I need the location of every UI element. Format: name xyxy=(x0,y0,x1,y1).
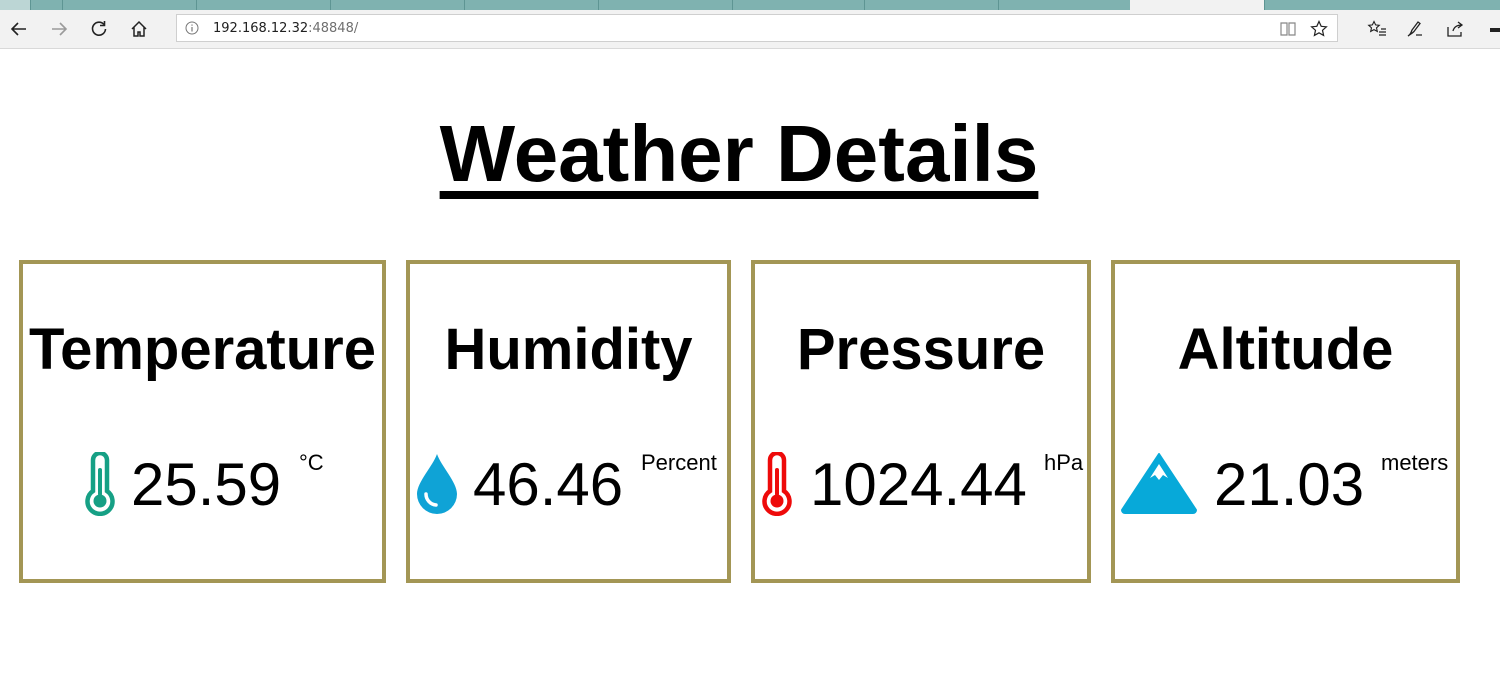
forward-button[interactable] xyxy=(44,14,74,44)
card-title: Pressure xyxy=(796,317,1046,382)
tab[interactable] xyxy=(330,0,465,10)
share-icon xyxy=(1447,21,1464,37)
info-icon[interactable] xyxy=(185,21,199,35)
card-title: Humidity xyxy=(444,317,693,382)
refresh-icon xyxy=(91,21,107,36)
address-bar[interactable]: 192.168.12.32:48848/ xyxy=(176,14,1338,42)
star-icon xyxy=(1310,20,1328,37)
favorites-hub-button[interactable] xyxy=(1362,14,1392,44)
more-menu-icon[interactable] xyxy=(1490,28,1500,32)
tab-strip xyxy=(0,0,1500,10)
forward-arrow-icon xyxy=(52,22,68,36)
pressure-value: 1024.44 xyxy=(810,451,1027,518)
reading-view-icon xyxy=(1280,22,1296,36)
home-button[interactable] xyxy=(124,14,154,44)
page-title: Weather Details xyxy=(439,109,1039,198)
web-note-button[interactable] xyxy=(1400,14,1430,44)
tab[interactable] xyxy=(0,0,31,10)
humidity-unit: Percent xyxy=(641,450,717,475)
browser-toolbar: 192.168.12.32:48848/ xyxy=(0,10,1500,49)
pressure-card: Pressure 1024.44 hPa xyxy=(751,260,1091,583)
page-title-wrap: Weather Details xyxy=(0,108,1478,200)
home-icon xyxy=(131,20,147,37)
tab[interactable] xyxy=(62,0,197,10)
thermometer-icon xyxy=(762,452,792,516)
back-arrow-icon xyxy=(10,22,26,36)
refresh-button[interactable] xyxy=(84,14,114,44)
pen-icon xyxy=(1407,21,1422,37)
card-title: Temperature xyxy=(28,317,377,382)
tab[interactable] xyxy=(998,0,1131,10)
thermometer-icon xyxy=(85,452,115,516)
tab[interactable] xyxy=(598,0,733,10)
altitude-unit: meters xyxy=(1381,450,1449,475)
altitude-card: Altitude 21.03 meters xyxy=(1111,260,1460,583)
humidity-card: Humidity 46.46 Percent xyxy=(406,260,731,583)
url-port: :48848/ xyxy=(308,21,359,36)
tab[interactable] xyxy=(732,0,865,10)
pressure-unit: hPa xyxy=(1044,450,1084,475)
altitude-value: 21.03 xyxy=(1214,451,1365,518)
mountain-icon xyxy=(1121,453,1197,514)
favorite-button[interactable] xyxy=(1308,18,1330,40)
temperature-unit: °C xyxy=(299,450,324,475)
water-drop-icon xyxy=(417,454,457,514)
tab[interactable] xyxy=(864,0,999,10)
temperature-card: Temperature 25.59 °C xyxy=(19,260,386,583)
tab[interactable] xyxy=(196,0,331,10)
tab-active[interactable] xyxy=(1130,0,1265,10)
url-host: 192.168.12.32 xyxy=(213,21,309,36)
tab[interactable] xyxy=(30,0,63,10)
temperature-value: 25.59 xyxy=(131,451,282,518)
card-title: Altitude xyxy=(1177,317,1394,382)
share-button[interactable] xyxy=(1440,14,1470,44)
favorites-list-icon xyxy=(1367,20,1386,36)
back-button[interactable] xyxy=(4,14,34,44)
reading-view-button[interactable] xyxy=(1277,18,1299,40)
humidity-value: 46.46 xyxy=(473,451,624,518)
tab[interactable] xyxy=(464,0,599,10)
url-text[interactable]: 192.168.12.32:48848/ xyxy=(213,21,358,36)
